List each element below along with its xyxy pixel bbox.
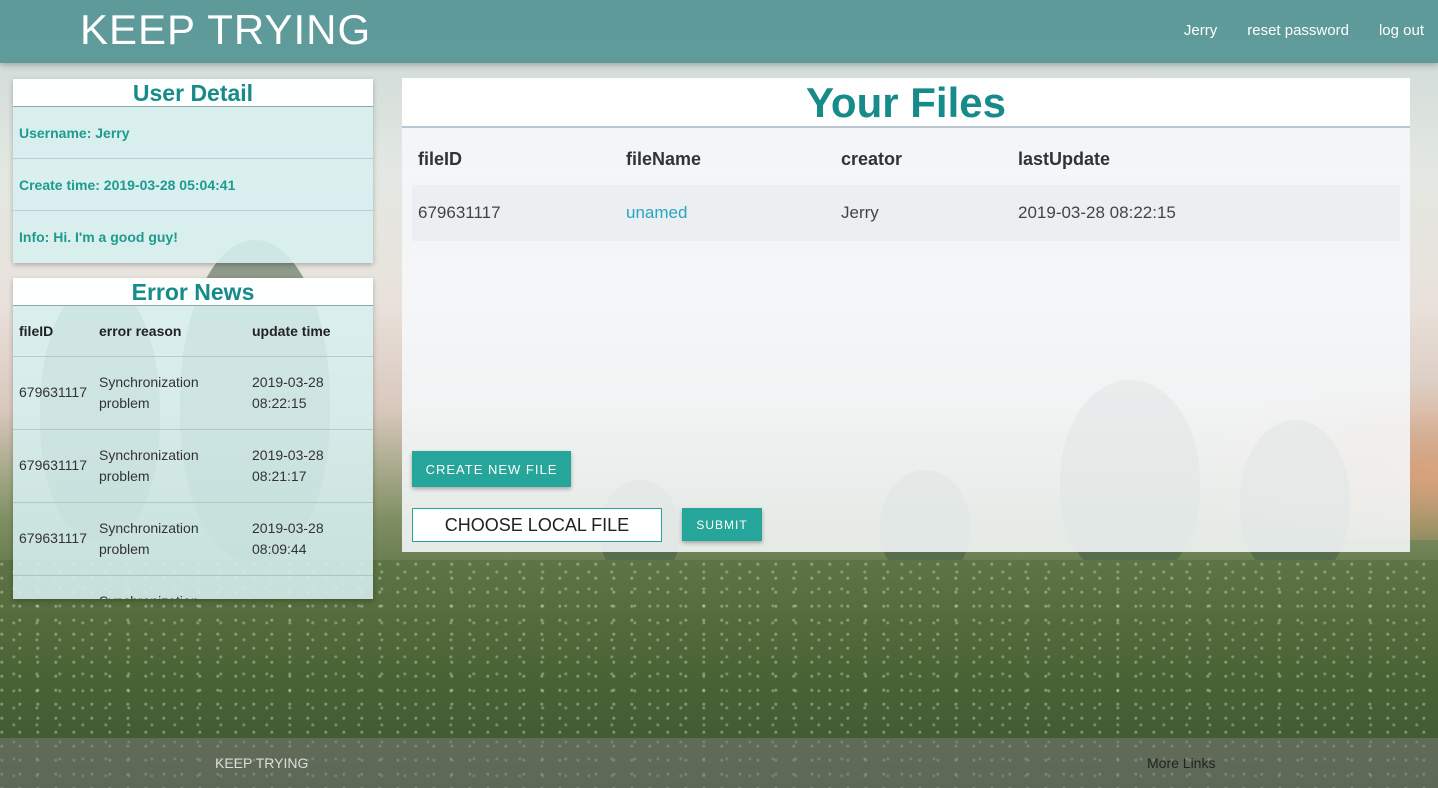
table-row: 679631117 Synchronization problem 2019-0… bbox=[13, 575, 373, 599]
brand-title[interactable]: KEEP TRYING bbox=[80, 6, 371, 54]
column-header: fileID bbox=[418, 148, 463, 169]
table-row: 679631117 Synchronization problem 2019-0… bbox=[13, 429, 373, 503]
error-time: 2019-03-28 bbox=[246, 575, 373, 599]
choose-local-file-input[interactable]: CHOOSE LOCAL FILE bbox=[412, 508, 662, 542]
file-name-cell: unamed bbox=[620, 185, 835, 241]
user-detail-title: User Detail bbox=[13, 79, 373, 107]
create-time-row: Create time: 2019-03-28 05:04:41 bbox=[13, 159, 373, 211]
footer-brand: KEEP TRYING bbox=[215, 755, 309, 771]
nav-reset-password-link[interactable]: reset password bbox=[1247, 22, 1349, 39]
top-navbar: KEEP TRYING Jerry reset password log out bbox=[0, 0, 1438, 63]
file-name-link[interactable]: unamed bbox=[626, 203, 687, 222]
error-news-table: fileID error reason update time 67963111… bbox=[13, 306, 373, 599]
info-row: Info: Hi. I'm a good guy! bbox=[19, 229, 178, 245]
nav-logout-link[interactable]: log out bbox=[1379, 22, 1424, 39]
error-file-id: 679631117 bbox=[13, 502, 93, 576]
nav-links: Jerry reset password log out bbox=[1184, 22, 1424, 39]
error-time: 2019-03-28 08:22:15 bbox=[246, 356, 373, 430]
table-row: 679631117 Synchronization problem 2019-0… bbox=[13, 502, 373, 576]
table-header-row: fileID fileName creator lastUpdate bbox=[412, 133, 1400, 185]
error-file-id: 679631117 bbox=[13, 575, 93, 599]
column-header: fileName bbox=[626, 148, 702, 169]
file-id-cell: 679631117 bbox=[412, 185, 620, 241]
error-reason: Synchronization problem bbox=[93, 356, 246, 430]
username-row: Username: Jerry bbox=[13, 107, 373, 159]
last-update-cell: 2019-03-28 08:22:15 bbox=[1012, 185, 1400, 241]
nav-username-link[interactable]: Jerry bbox=[1184, 22, 1217, 39]
your-files-title: Your Files bbox=[402, 78, 1410, 128]
error-time: 2019-03-28 08:21:17 bbox=[246, 429, 373, 503]
table-header-row: fileID error reason update time bbox=[13, 306, 373, 357]
error-reason: Synchronization problem bbox=[93, 502, 246, 576]
creator-cell: Jerry bbox=[835, 185, 1012, 241]
column-header: error reason bbox=[93, 306, 246, 357]
create-new-file-button[interactable]: CREATE NEW FILE bbox=[412, 451, 571, 487]
footer: KEEP TRYING More Links bbox=[0, 738, 1438, 788]
error-reason: Synchronization problem bbox=[93, 429, 246, 503]
footer-more-links[interactable]: More Links bbox=[1147, 755, 1215, 771]
column-header: fileID bbox=[13, 306, 93, 357]
error-file-id: 679631117 bbox=[13, 429, 93, 503]
table-row: 679631117 Synchronization problem 2019-0… bbox=[13, 356, 373, 430]
submit-button[interactable]: SUBMIT bbox=[682, 508, 762, 541]
error-file-id: 679631117 bbox=[13, 356, 93, 430]
column-header: update time bbox=[246, 306, 373, 357]
column-header: lastUpdate bbox=[1018, 148, 1111, 169]
user-detail-card: User Detail Username: Jerry Create time:… bbox=[13, 79, 373, 263]
error-reason: Synchronization problem bbox=[93, 575, 246, 599]
your-files-panel: Your Files fileID fileName creator lastU… bbox=[402, 78, 1410, 552]
error-news-card[interactable]: Error News fileID error reason update ti… bbox=[13, 278, 373, 599]
files-table: fileID fileName creator lastUpdate 67963… bbox=[412, 133, 1400, 241]
table-row: 679631117 unamed Jerry 2019-03-28 08:22:… bbox=[412, 185, 1400, 241]
error-time: 2019-03-28 08:09:44 bbox=[246, 502, 373, 576]
error-news-title: Error News bbox=[13, 278, 373, 306]
column-header: creator bbox=[841, 148, 903, 169]
